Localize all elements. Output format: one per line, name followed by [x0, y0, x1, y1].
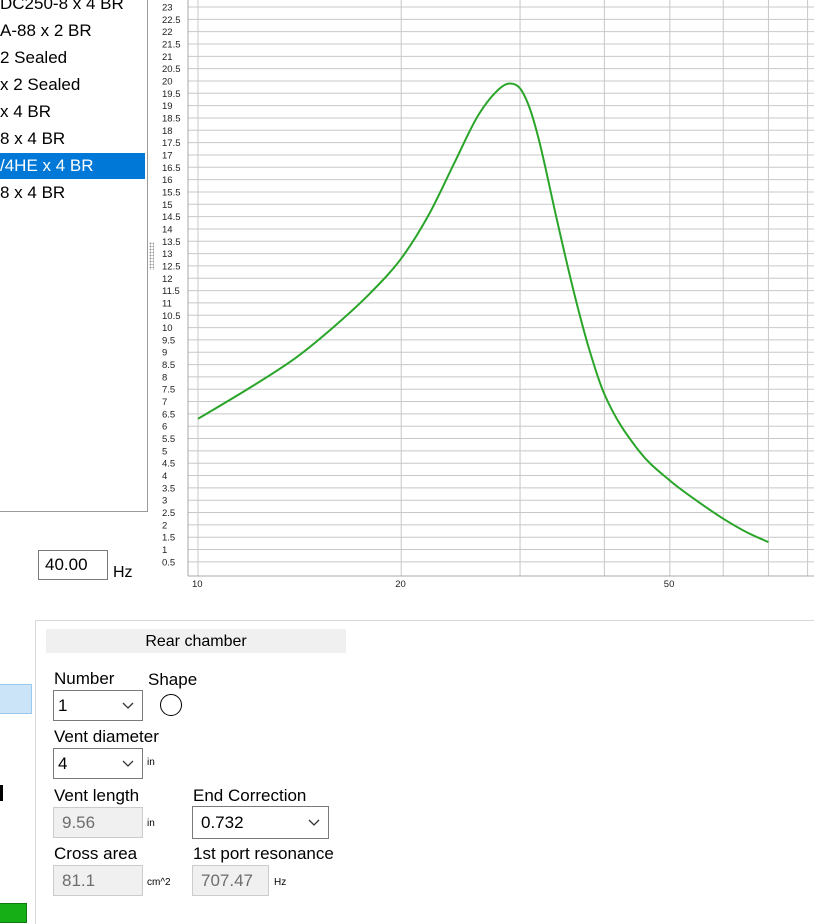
vent-length-unit: in [147, 818, 155, 829]
response-curve [197, 82, 769, 544]
y-tick-label: 9 [162, 348, 167, 359]
y-tick-label: 20.5 [162, 64, 181, 75]
y-tick-label: 5 [162, 446, 167, 457]
circle-icon[interactable] [160, 694, 182, 716]
y-tick-label: 16.5 [162, 163, 181, 174]
left-panel-green-button[interactable] [0, 903, 27, 923]
y-tick-label: 13.5 [162, 237, 181, 248]
y-tick-label: 18.5 [162, 113, 181, 124]
chevron-down-icon [122, 702, 134, 709]
y-tick-label: 1.5 [162, 533, 175, 544]
cross-area-field: 81.1 [53, 865, 143, 896]
vent-diameter-label: Vent diameter [54, 727, 159, 746]
vent-diameter-unit: in [147, 757, 155, 768]
y-tick-label: 15 [162, 200, 173, 211]
x-tick-label: 10 [192, 579, 203, 590]
y-tick-label: 7 [162, 397, 167, 408]
y-tick-label: 3.5 [162, 483, 175, 494]
end-correction-label: End Correction [193, 786, 307, 805]
left-panel-label-fragment [0, 785, 3, 801]
rear-chamber-title: Rear chamber [46, 629, 346, 653]
y-tick-label: 19.5 [162, 89, 181, 100]
chevron-down-icon [122, 760, 134, 767]
left-panel-selected-item[interactable] [0, 684, 32, 714]
y-tick-label: 2 [162, 520, 167, 531]
shape-label: Shape [148, 670, 198, 689]
y-tick-label: 10 [162, 323, 173, 334]
y-tick-label: 14.5 [162, 212, 181, 223]
y-tick-label: 20 [162, 76, 173, 87]
port-resonance-label: 1st port resonance [193, 844, 334, 863]
y-tick-label: 11 [162, 298, 172, 309]
y-tick-label: 18 [162, 126, 173, 137]
y-tick-label: 16 [162, 175, 173, 186]
y-tick-label: 21.5 [162, 39, 181, 50]
vent-diameter-select[interactable]: 4 [53, 748, 143, 779]
frequency-unit: Hz [113, 564, 133, 581]
y-tick-label: 14 [162, 224, 173, 235]
y-tick-label: 19 [162, 101, 173, 112]
y-tick-label: 12.5 [162, 261, 181, 272]
number-select[interactable]: 1 [53, 690, 143, 721]
y-tick-label: 17.5 [162, 138, 181, 149]
end-correction-select[interactable]: 0.732 [192, 806, 329, 839]
cross-area-label: Cross area [54, 844, 138, 863]
y-tick-label: 2.5 [162, 508, 175, 519]
y-tick-label: 9.5 [162, 335, 175, 346]
end-correction-value: 0.732 [201, 813, 244, 832]
frequency-input[interactable]: 40.00 [38, 550, 108, 580]
y-tick-label: 13 [162, 249, 173, 260]
y-tick-label: 11.5 [162, 286, 180, 297]
port-resonance-field: 707.47 [192, 865, 269, 896]
port-resonance-unit: Hz [274, 877, 287, 888]
x-tick-label: 20 [395, 579, 406, 590]
chevron-down-icon [308, 819, 320, 826]
y-tick-label: 17 [162, 150, 173, 161]
y-tick-label: 8.5 [162, 360, 175, 371]
y-tick-label: 22 [162, 27, 173, 38]
y-tick-label: 1 [162, 545, 167, 556]
x-tick-label: 50 [664, 579, 675, 590]
y-tick-label: 4.5 [162, 459, 175, 470]
y-tick-label: 3 [162, 496, 167, 507]
y-tick-label: 12 [162, 274, 173, 285]
vent-length-field: 9.56 [53, 807, 143, 838]
y-tick-label: 23 [162, 3, 173, 14]
response-chart: 2322.52221.52120.52019.51918.51817.51716… [162, 0, 814, 590]
y-tick-label: 6.5 [162, 409, 175, 420]
y-tick-label: 21 [162, 52, 173, 63]
y-tick-label: 5.5 [162, 434, 175, 445]
vent-length-label: Vent length [54, 786, 140, 805]
y-tick-label: 8 [162, 372, 167, 383]
y-tick-label: 15.5 [162, 187, 181, 198]
number-select-value: 1 [58, 696, 68, 715]
y-tick-label: 7.5 [162, 385, 175, 396]
y-tick-label: 4 [162, 471, 167, 482]
y-tick-label: 22.5 [162, 15, 181, 26]
y-tick-label: 0.5 [162, 557, 175, 568]
y-tick-label: 6 [162, 422, 167, 433]
y-tick-label: 10.5 [162, 311, 181, 322]
cross-area-unit: cm^2 [147, 877, 171, 888]
vent-diameter-value: 4 [58, 754, 68, 773]
number-label: Number [54, 669, 115, 688]
